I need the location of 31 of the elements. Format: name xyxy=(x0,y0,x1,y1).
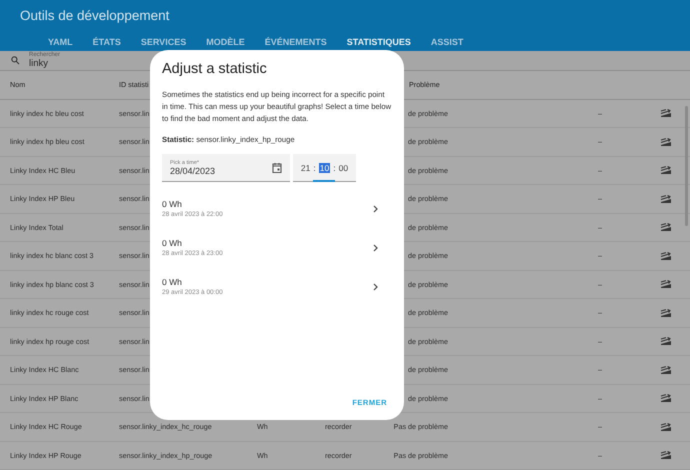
point-value: 0 Wh xyxy=(162,199,183,209)
adjust-icon[interactable] xyxy=(660,250,672,261)
adjust-icon[interactable] xyxy=(660,222,672,232)
nav-tab[interactable]: YAML xyxy=(38,33,83,51)
chevron-icon[interactable] xyxy=(373,204,378,212)
adjust-icon[interactable] xyxy=(660,422,672,432)
adjust-icon[interactable] xyxy=(660,108,672,118)
nav-tab[interactable]: ÉTATS xyxy=(82,33,131,51)
nav-tab[interactable]: STATISTIQUES xyxy=(336,33,421,51)
chevron-icon[interactable] xyxy=(373,282,378,290)
nav-tab[interactable]: SERVICES xyxy=(130,33,196,51)
time-field[interactable]: 21 : 10 : 00 xyxy=(293,154,356,182)
adjust-icon[interactable] xyxy=(660,194,672,204)
adjust-icon[interactable] xyxy=(660,450,672,460)
adjust-icon[interactable] xyxy=(660,364,672,375)
nav-tab[interactable]: ASSIST xyxy=(420,33,474,51)
point-value: 0 Wh xyxy=(162,238,183,248)
adjust-icon[interactable] xyxy=(660,165,672,176)
dialog-title: Adjust a statistic xyxy=(162,61,268,77)
adjust-icon[interactable] xyxy=(660,136,672,147)
adjust-icon[interactable] xyxy=(660,308,672,318)
adjust-icon[interactable] xyxy=(660,279,672,290)
calendar-icon[interactable] xyxy=(272,162,282,173)
point-value: 0 Wh xyxy=(162,277,183,287)
adjust-icon[interactable] xyxy=(660,393,672,404)
chevron-icon[interactable] xyxy=(373,244,378,252)
adjust-icon[interactable] xyxy=(660,336,672,346)
search-icon xyxy=(10,54,21,66)
nav-tab[interactable]: ÉVÉNEMENTS xyxy=(254,33,337,51)
page-title: Outils de développement xyxy=(20,8,170,23)
nav-tab[interactable]: MODÈLE xyxy=(196,33,255,51)
